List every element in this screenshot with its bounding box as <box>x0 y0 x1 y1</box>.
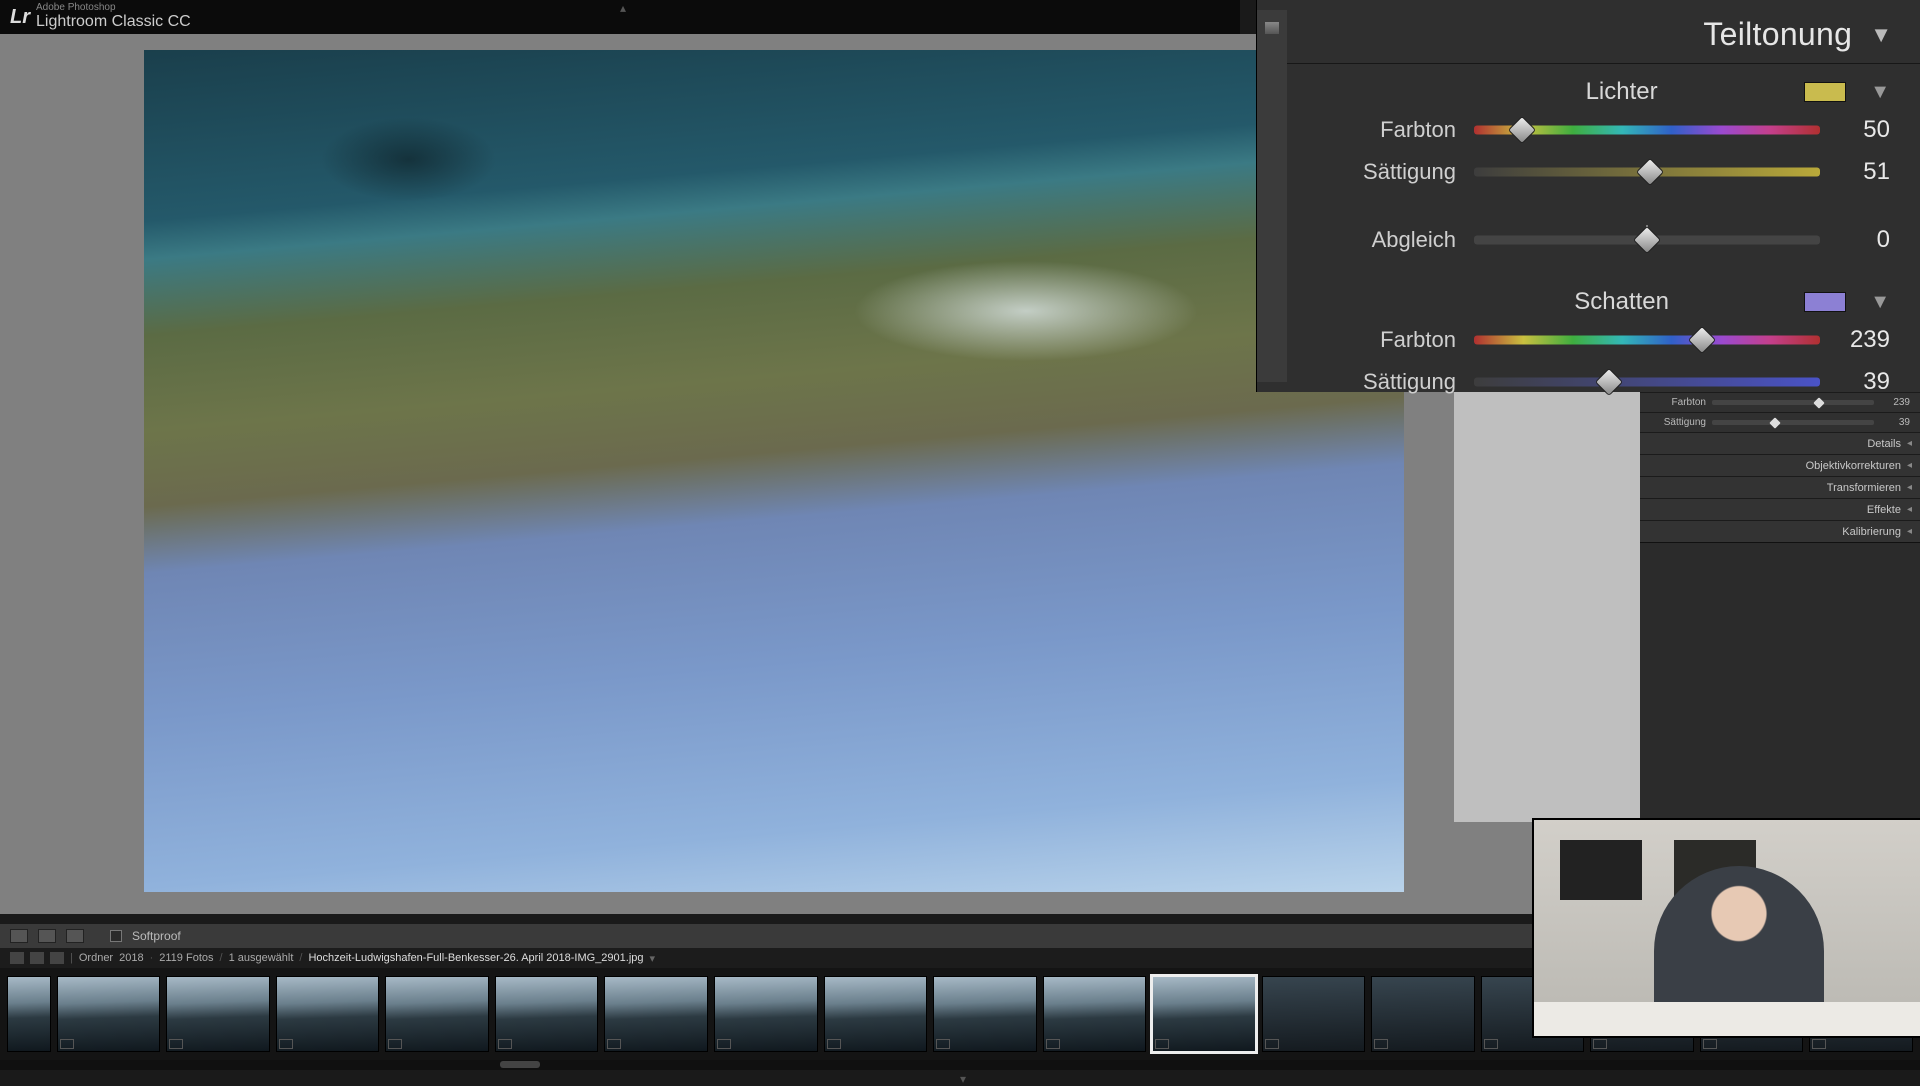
balance-slider[interactable] <box>1474 229 1820 251</box>
webcam-overlay <box>1534 820 1920 1036</box>
thumb[interactable] <box>715 977 817 1051</box>
shadows-sat-label: Sättigung <box>1299 369 1474 395</box>
thumb[interactable] <box>1372 977 1474 1051</box>
app-logo: Lr <box>10 6 30 29</box>
panel-toggle-icon[interactable] <box>1265 22 1279 34</box>
mini-shadow-sat-row[interactable]: Sättigung 39 <box>1640 412 1920 432</box>
view-compare-button[interactable] <box>66 929 84 943</box>
second-monitor-icon[interactable] <box>10 952 24 964</box>
thumb[interactable] <box>825 977 927 1051</box>
panel-collapse-icon[interactable]: ▼ <box>1870 22 1892 48</box>
panel-details[interactable]: Details◂ <box>1640 432 1920 454</box>
thumb[interactable] <box>58 977 160 1051</box>
breadcrumb-count: 2119 Fotos <box>159 952 213 964</box>
thumb[interactable] <box>934 977 1036 1051</box>
balance-value[interactable]: 0 <box>1820 226 1890 254</box>
softproof-checkbox[interactable] <box>110 930 122 942</box>
loupe-toolbar: Softproof <box>0 924 1536 948</box>
sort-icon[interactable] <box>50 952 64 964</box>
app-suite: Adobe Photoshop <box>36 3 191 13</box>
thumb[interactable] <box>277 977 379 1051</box>
breadcrumb-filename[interactable]: Hochzeit-Ludwigshafen-Full-Benkesser-26.… <box>308 952 643 964</box>
canvas-gutter <box>1454 392 1640 822</box>
thumb[interactable] <box>8 977 50 1051</box>
panel-calibration[interactable]: Kalibrierung◂ <box>1640 520 1920 542</box>
thumb[interactable] <box>167 977 269 1051</box>
highlights-swatch[interactable] <box>1804 82 1846 102</box>
balance-label: Abgleich <box>1299 227 1474 253</box>
collapse-top-icon[interactable]: ▴ <box>620 1 626 15</box>
app-title-bar: Lr Adobe Photoshop Lightroom Classic CC … <box>0 0 1240 34</box>
thumb[interactable] <box>1263 977 1365 1051</box>
thumb[interactable] <box>1044 977 1146 1051</box>
shadows-hue-label: Farbton <box>1299 327 1474 353</box>
breadcrumb-folder-label[interactable]: Ordner <box>79 952 113 964</box>
app-name: Lightroom Classic CC <box>36 13 191 31</box>
highlights-picker-icon[interactable]: ▼ <box>1870 81 1890 104</box>
highlights-hue-label: Farbton <box>1299 117 1474 143</box>
panel-lens[interactable]: Objektivkorrekturen◂ <box>1640 454 1920 476</box>
split-toning-panel: Teiltonung ▼ Lichter ▼ Farbton 50 Sättig… <box>1256 0 1920 392</box>
shadows-swatch[interactable] <box>1804 292 1846 312</box>
filmstrip-scrollbar[interactable] <box>0 1060 1920 1070</box>
highlights-hue-slider[interactable] <box>1474 119 1820 141</box>
highlights-hue-value[interactable]: 50 <box>1820 116 1890 144</box>
thumb[interactable] <box>386 977 488 1051</box>
shadows-picker-icon[interactable]: ▼ <box>1870 291 1890 314</box>
shadows-sat-slider[interactable] <box>1474 371 1820 393</box>
highlights-sat-label: Sättigung <box>1299 159 1474 185</box>
breadcrumb-folder-year[interactable]: 2018 <box>119 952 143 964</box>
shadows-label: Schatten <box>1439 288 1804 316</box>
shadows-hue-value[interactable]: 239 <box>1820 326 1890 354</box>
panel-title: Teiltonung <box>1703 16 1852 53</box>
panel-effects[interactable]: Effekte◂ <box>1640 498 1920 520</box>
mini-shadow-hue-row[interactable]: Farbton 239 <box>1640 392 1920 412</box>
main-photo[interactable] <box>144 50 1404 892</box>
softproof-label: Softproof <box>132 929 181 943</box>
filmstrip-scroll-handle[interactable] <box>500 1061 540 1068</box>
view-loupe-button[interactable] <box>10 929 28 943</box>
collapse-bottom-icon[interactable]: ▾ <box>960 1072 966 1086</box>
breadcrumb-selected: 1 ausgewählt <box>229 952 294 964</box>
panel-transform[interactable]: Transformieren◂ <box>1640 476 1920 498</box>
grid-icon[interactable] <box>30 952 44 964</box>
thumb[interactable] <box>605 977 707 1051</box>
highlights-label: Lichter <box>1439 78 1804 106</box>
highlights-sat-value[interactable]: 51 <box>1820 158 1890 186</box>
view-before-after-button[interactable] <box>38 929 56 943</box>
develop-right-column: Farbton 239 Sättigung 39 Details◂ Objekt… <box>1640 392 1920 872</box>
thumb[interactable] <box>496 977 598 1051</box>
thumb-selected[interactable] <box>1153 977 1255 1051</box>
shadows-hue-slider[interactable] <box>1474 329 1820 351</box>
highlights-sat-slider[interactable] <box>1474 161 1820 183</box>
